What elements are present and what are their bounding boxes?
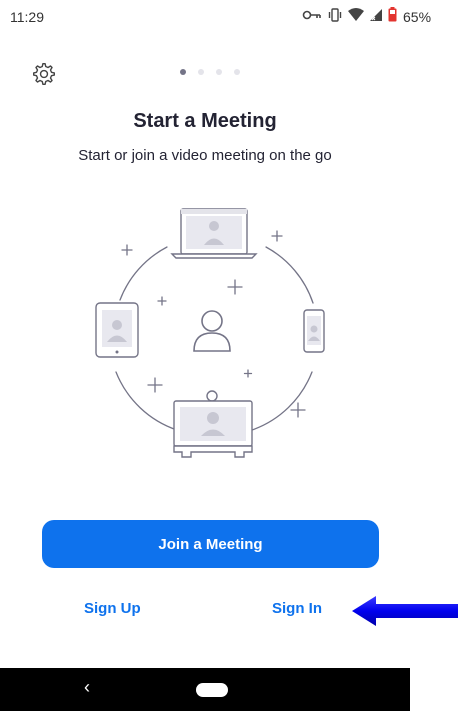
room-system-icon: [173, 390, 253, 458]
meeting-illustration-svg: [95, 208, 325, 458]
page-subtitle: Start or join a video meeting on the go: [78, 147, 332, 164]
page-dot: [198, 69, 204, 75]
laptop-icon: [170, 208, 258, 259]
page-dot: [234, 69, 240, 75]
sign-in-link[interactable]: Sign In: [272, 600, 322, 617]
video-meeting-devices-illustration: [80, 200, 340, 470]
battery-icon: [388, 7, 397, 27]
vibrate-icon: [327, 7, 343, 27]
status-icons: 65%: [302, 7, 431, 27]
gear-icon: [33, 63, 55, 85]
battery-percent: 65%: [403, 9, 432, 25]
settings-button[interactable]: [31, 61, 57, 87]
sign-up-link[interactable]: Sign Up: [84, 600, 141, 617]
home-pill-icon[interactable]: [196, 683, 228, 697]
status-time: 11:29: [10, 9, 44, 25]
annotation-arrow-icon: [352, 596, 458, 626]
phone-icon: [303, 309, 325, 353]
system-nav-bar: ‹: [0, 668, 410, 711]
join-meeting-button[interactable]: Join a Meeting: [42, 520, 379, 568]
vpn-key-icon: [302, 8, 322, 26]
status-bar: 11:29 65%: [0, 0, 431, 36]
wifi-icon: [348, 7, 364, 27]
page-dot-active: [180, 69, 186, 75]
back-icon[interactable]: ‹: [84, 677, 90, 698]
page-indicator: [180, 69, 240, 75]
page-title: Start a Meeting: [133, 110, 277, 132]
signal-icon: [369, 8, 383, 27]
tablet-icon: [95, 302, 139, 358]
person-icon: [193, 310, 231, 352]
page-dot: [216, 69, 222, 75]
